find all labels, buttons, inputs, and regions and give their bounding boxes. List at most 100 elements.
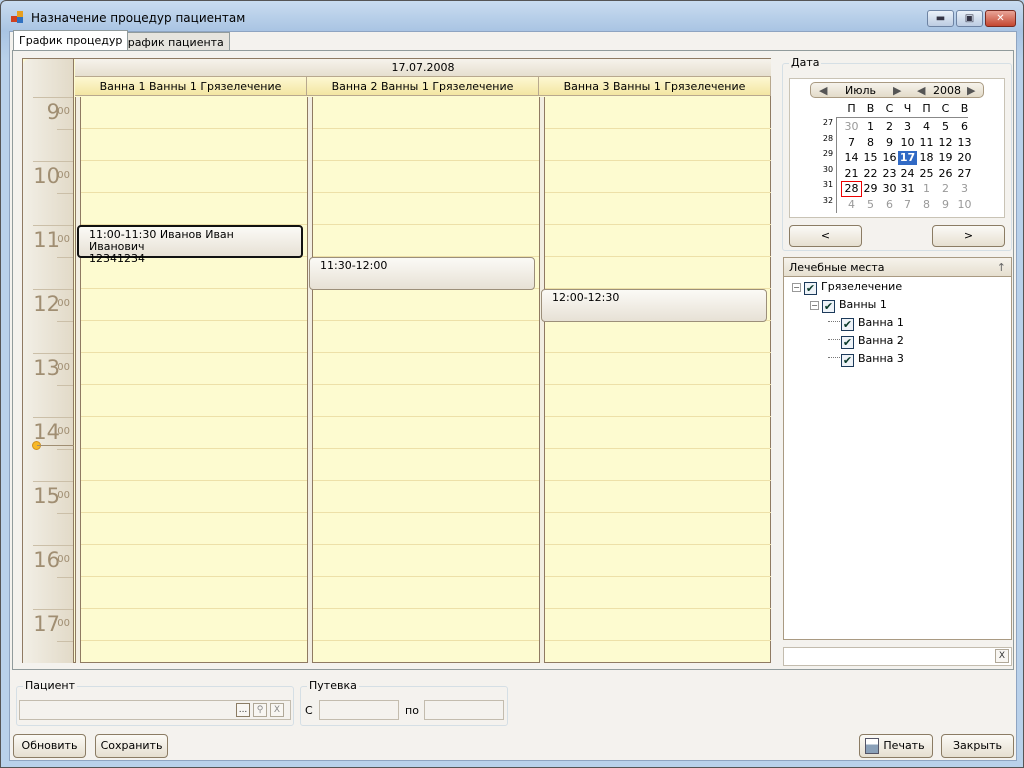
day-of-week: П (922, 102, 931, 115)
calendar-day[interactable]: 27 (955, 167, 974, 181)
calendar-day[interactable]: 6 (955, 120, 974, 134)
calendar-day[interactable]: 5 (936, 120, 955, 134)
calendar-day[interactable]: 22 (861, 167, 880, 181)
close-button[interactable]: Закрыть (941, 734, 1014, 758)
calendar-day[interactable]: 30 (880, 182, 899, 196)
calendar-day[interactable]: 16 (880, 151, 899, 165)
calendar-day[interactable]: 31 (898, 182, 917, 196)
calendar-day[interactable]: 1 (917, 182, 936, 196)
save-button[interactable]: Сохранить (95, 734, 168, 758)
calendar-day[interactable]: 10 (955, 198, 974, 212)
next-year-icon[interactable]: ▶ (967, 84, 975, 97)
calendar-day[interactable]: 29 (861, 182, 880, 196)
time-slot-line (545, 640, 771, 641)
next-month-icon[interactable]: ▶ (893, 84, 901, 97)
next-day-button[interactable]: > (932, 225, 1005, 247)
calendar-day[interactable]: 18 (917, 151, 936, 165)
refresh-button[interactable]: Обновить (13, 734, 86, 758)
minimize-button[interactable]: ▬ (927, 10, 954, 27)
calendar-day[interactable]: 30 (842, 120, 861, 134)
time-slot-line (545, 352, 771, 353)
calendar-day[interactable]: 20 (955, 151, 974, 165)
expand-collapse-icon[interactable]: − (792, 283, 801, 292)
calendar-day[interactable]: 2 (936, 182, 955, 196)
calendar-day[interactable]: 25 (917, 167, 936, 181)
scheduler[interactable]: 9 00 10 00 11 00 12 00 13 00 14 00 15 00 16 00 17 00 17.0… (22, 58, 771, 663)
tree-node[interactable]: ✔ Ванна 2 (828, 333, 904, 349)
calendar-day[interactable]: 10 (898, 136, 917, 150)
calendar-day[interactable]: 5 (861, 198, 880, 212)
calendar-day[interactable]: 7 (898, 198, 917, 212)
half-hour-tick (57, 385, 73, 386)
calendar-day[interactable]: 13 (955, 136, 974, 150)
calendar-day[interactable]: 9 (936, 198, 955, 212)
print-button[interactable]: Печать (859, 734, 933, 758)
resource-column[interactable] (539, 97, 771, 663)
checkbox[interactable]: ✔ (841, 336, 854, 349)
tree-node[interactable]: − ✔ Ванны 1 (810, 297, 887, 313)
checkbox[interactable]: ✔ (804, 282, 817, 295)
maximize-button[interactable]: ▣ (956, 10, 983, 27)
calendar-day[interactable]: 3 (898, 120, 917, 134)
checkbox[interactable]: ✔ (841, 354, 854, 367)
appointment[interactable]: 11:30-12:00 (309, 257, 535, 290)
calendar-day[interactable]: 8 (861, 136, 880, 150)
calendar-day[interactable]: 14 (842, 151, 861, 165)
patient-input[interactable]: ... ⚲ X (19, 700, 291, 720)
clear-filter-button[interactable]: X (995, 649, 1009, 663)
resource-column[interactable] (307, 97, 539, 663)
hour-number: 17 (33, 612, 60, 636)
calendar-day[interactable]: 1 (861, 120, 880, 134)
time-slot-line (545, 544, 771, 545)
browse-patient-button[interactable]: ... (236, 703, 250, 717)
appointment[interactable]: 12:00-12:30 (541, 289, 767, 322)
tree-node[interactable]: − ✔ Грязелечение (792, 279, 902, 295)
calendar-day[interactable]: 11 (917, 136, 936, 150)
checkbox[interactable]: ✔ (822, 300, 835, 313)
calendar-day[interactable]: 23 (880, 167, 899, 181)
calendar[interactable]: ◀ Июль ▶ ◀ 2008 ▶ П В С Ч П С В 27 30 1 2 3 4 5 6 28 7 8 9… (789, 78, 1005, 218)
prev-day-button[interactable]: < (789, 225, 862, 247)
calendar-day[interactable]: 6 (880, 198, 899, 212)
calendar-day[interactable]: 12 (936, 136, 955, 150)
tab-patient-schedule[interactable]: График пациента (115, 32, 230, 51)
time-slot-line (81, 352, 307, 353)
calendar-day[interactable]: 28 (841, 181, 862, 197)
half-hour-tick (57, 129, 73, 130)
prev-month-icon[interactable]: ◀ (819, 84, 827, 97)
filter-input[interactable]: X (783, 647, 1012, 666)
calendar-day[interactable]: 4 (842, 198, 861, 212)
clear-patient-button[interactable]: X (270, 703, 284, 717)
calendar-day[interactable]: 7 (842, 136, 861, 150)
voucher-to-input[interactable] (424, 700, 504, 720)
calendar-day[interactable]: 24 (898, 167, 917, 181)
hour-minutes: 00 (57, 234, 70, 245)
calendar-day[interactable]: 17 (898, 151, 917, 165)
calendar-day[interactable]: 19 (936, 151, 955, 165)
window-title: Назначение процедур пациентам (31, 11, 246, 25)
resource-column[interactable] (75, 97, 307, 663)
calendar-day[interactable]: 21 (842, 167, 861, 181)
tree-node[interactable]: ✔ Ванна 1 (828, 315, 904, 331)
search-icon[interactable]: ⚲ (253, 703, 267, 717)
calendar-day[interactable]: 15 (861, 151, 880, 165)
tab-procedure-schedule[interactable]: График процедур (13, 30, 129, 50)
calendar-day[interactable]: 8 (917, 198, 936, 212)
prev-year-icon[interactable]: ◀ (917, 84, 925, 97)
calendar-day[interactable]: 4 (917, 120, 936, 134)
tree-header: Лечебные места ↑ (784, 258, 1011, 277)
calendar-day[interactable]: 9 (880, 136, 899, 150)
month-label[interactable]: Июль (845, 84, 876, 97)
close-window-button[interactable]: ✕ (985, 10, 1016, 27)
year-label[interactable]: 2008 (933, 84, 961, 97)
voucher-from-input[interactable] (319, 700, 399, 720)
collapse-icon[interactable]: ↑ (997, 261, 1006, 274)
calendar-day[interactable]: 2 (880, 120, 899, 134)
calendar-day[interactable]: 3 (955, 182, 974, 196)
calendar-day[interactable]: 26 (936, 167, 955, 181)
tree-node[interactable]: ✔ Ванна 3 (828, 351, 904, 367)
expand-collapse-icon[interactable]: − (810, 301, 819, 310)
checkbox[interactable]: ✔ (841, 318, 854, 331)
treatment-places-tree[interactable]: Лечебные места ↑ − ✔ Грязелечение − ✔ Ванны 1… (783, 257, 1012, 640)
appointment[interactable]: 11:00-11:30 Иванов Иван Иванович 12341234 (77, 225, 303, 265)
